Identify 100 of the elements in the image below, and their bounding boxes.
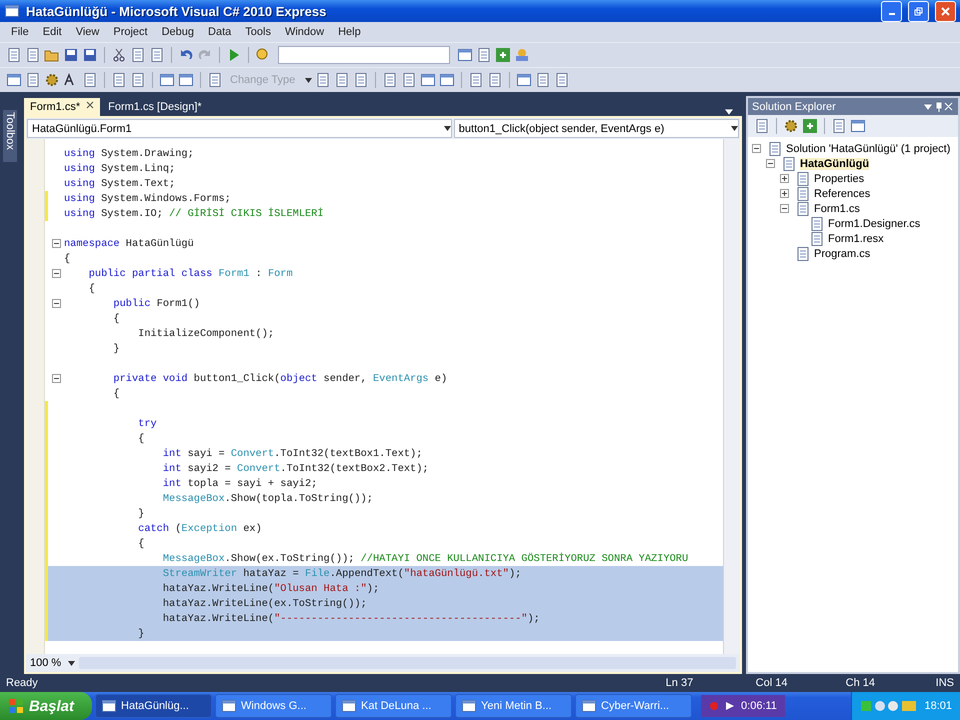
windows-flag-icon [8,698,24,714]
window-icon[interactable] [221,698,238,714]
document-icon[interactable] [130,72,146,88]
window-icon[interactable] [178,72,194,88]
collapse-icon[interactable] [52,299,61,308]
menu-item[interactable]: Help [331,26,368,38]
close-button[interactable] [935,0,956,22]
caret-icon[interactable] [305,78,312,82]
vertical-scrollbar[interactable] [723,139,740,654]
tree-item[interactable]: Program.cs [814,248,870,260]
document-icon[interactable] [25,47,41,63]
expand-icon[interactable] [780,174,789,183]
menu-item[interactable]: Window [278,26,332,38]
document-icon[interactable] [795,170,811,186]
tree-item[interactable]: Properties [814,172,864,184]
menu-item[interactable]: Debug [154,26,202,38]
collapse-icon[interactable] [766,159,775,168]
add-icon[interactable] [495,47,511,63]
menu-item[interactable]: File [4,26,36,38]
document-icon[interactable] [795,200,811,216]
document-icon[interactable] [809,216,825,232]
taskbar-button[interactable]: Yeni Metin B... [455,694,572,718]
window-icon[interactable] [341,698,358,714]
window-icon[interactable] [159,72,175,88]
document-icon[interactable] [754,118,770,134]
window-icon[interactable] [850,118,866,134]
dropdown-arrow-icon[interactable] [444,126,451,131]
document-tab[interactable]: Form1.cs [Design]* [102,98,208,116]
save-icon[interactable] [63,47,79,63]
collapse-icon[interactable] [52,374,61,383]
gear-icon[interactable] [44,72,60,88]
document-icon[interactable] [535,72,552,88]
play-icon[interactable] [725,701,736,711]
window-icon[interactable] [439,72,456,88]
document-icon[interactable] [382,72,398,88]
tree-item[interactable]: HataGünlügü [800,158,870,170]
add-icon[interactable] [802,118,818,134]
menu-item[interactable]: Data [201,26,238,38]
tree-item[interactable]: Form1.cs [814,202,860,214]
tree-item[interactable]: Form1.resx [828,232,884,244]
document-icon[interactable] [767,140,783,156]
recorder-bar[interactable]: 0:06:11 [701,695,785,717]
document-icon[interactable] [25,72,41,88]
taskbar-button[interactable]: HataGünlüg... [95,694,212,718]
menu-item[interactable]: Tools [238,26,278,38]
document-icon[interactable] [111,72,127,88]
document-icon[interactable] [82,72,98,88]
document-icon[interactable] [781,156,797,172]
tree-item[interactable]: Solution 'HataGünlügü' (1 project) [786,142,950,154]
dropdown-arrow-icon[interactable] [731,126,738,131]
window-icon[interactable] [420,72,436,88]
window-icon[interactable] [516,72,532,88]
menu-item[interactable]: Edit [36,26,69,38]
zoom-dropdown[interactable]: 100 % [30,657,62,669]
code-line: public partial class Form1 : Form [88,268,293,280]
code-line: hataYaz.WriteLine("---------------------------------------"); [162,612,540,624]
window-icon[interactable] [6,72,22,88]
document-icon[interactable] [401,72,418,88]
menu-item[interactable]: Project [106,26,155,38]
document-icon[interactable] [315,72,332,88]
window-icon[interactable] [457,47,473,63]
document-icon[interactable] [334,72,350,88]
collapse-icon[interactable] [52,269,61,278]
document-icon[interactable] [554,72,570,88]
document-icon[interactable] [207,72,223,88]
taskbar-button[interactable]: Windows G... [215,694,332,718]
code-line: int sayi = Convert.ToInt32(textBox1.Text); [162,448,422,460]
window-icon[interactable] [4,3,20,19]
collapse-icon[interactable] [52,239,61,248]
tree-item[interactable]: References [814,188,870,200]
code-line: InitializeComponent(); [137,328,274,340]
document-icon[interactable] [468,72,484,88]
document-icon[interactable] [487,72,504,88]
collapse-icon[interactable] [752,144,761,153]
panel-controls-icon[interactable] [924,102,954,112]
restore-button[interactable] [908,0,929,22]
document-icon[interactable] [809,230,825,246]
gear-icon[interactable] [783,118,799,134]
window-icon[interactable] [101,698,118,714]
taskbar-button[interactable]: Kat DeLuna ... [335,694,452,718]
minimize-button[interactable] [881,0,902,22]
collapse-icon[interactable] [780,204,789,213]
document-icon[interactable] [795,186,811,202]
expand-icon[interactable] [780,189,789,198]
document-icon[interactable] [353,72,370,88]
document-icon[interactable] [795,246,811,262]
cut-icon[interactable] [111,47,127,63]
document-icon[interactable] [831,118,847,134]
caret-icon[interactable] [68,660,76,666]
tree-item[interactable]: Form1.Designer.cs [828,218,920,230]
taskbar-button[interactable]: Cyber-Warri... [575,694,692,718]
window-icon[interactable] [461,698,478,714]
solution-config-combo[interactable] [278,46,450,64]
toolbox-tab[interactable]: Toolbox [3,110,17,162]
close-icon[interactable] [86,101,94,109]
document-tab[interactable]: Form1.cs* [24,98,100,116]
menu-item[interactable]: View [68,26,106,38]
code-line: MessageBox.Show(ex.ToString()); //HATAYI ONCE KULLANICIYA GÖSTERİYORUZ SONRA YAZIYORU [162,552,688,564]
window-icon[interactable] [581,698,598,714]
save-all-icon[interactable] [82,47,98,63]
